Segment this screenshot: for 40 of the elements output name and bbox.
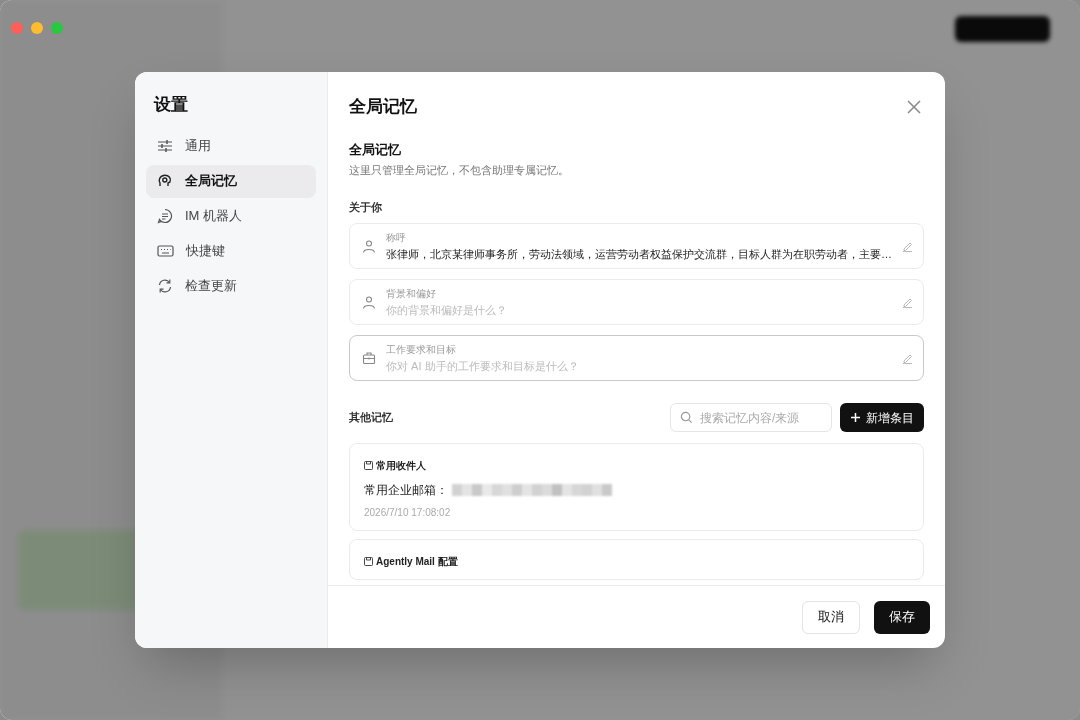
cancel-button[interactable]: 取消 [802,600,860,634]
head-icon [157,173,173,189]
plus-icon [850,412,861,423]
nav-item[interactable]: 全局记忆 [146,164,316,198]
panel-title: 全局记忆 [349,96,417,118]
add-entry-button[interactable]: 新增条目 [840,403,924,432]
refresh-icon [157,278,173,294]
chat-icon [157,208,173,224]
nav-item[interactable]: 快捷键 [146,234,316,268]
field-label: 工作要求和目标 [386,342,457,357]
text-field[interactable]: 称呼 张律师，北京某律师事务所，劳动法领域，运营劳动者权益保护交流群，目标人群为在职劳动者，主要… [349,223,924,269]
field-placeholder: 你的背景和偏好是什么？ [386,302,508,318]
person-icon [362,295,376,309]
search-icon [680,411,693,424]
pencil-icon [902,352,913,364]
search-field[interactable]: 搜索记忆内容/来源 [670,403,832,432]
field-value: 张律师，北京某律师事务所，劳动法领域，运营劳动者权益保护交流群，目标人群为在职劳动者，主要… [386,246,892,262]
dialog-title: 设置 [152,94,189,116]
nav-item[interactable]: 检查更新 [146,269,316,303]
briefcase-icon [362,351,376,365]
save-icon [364,461,373,470]
memory-title: Agently Mail 配置 [376,555,458,569]
section-description: 这里只管理全局记忆，不包含助理专属记忆。 [349,163,570,178]
nav-item[interactable]: 通用 [146,129,316,163]
person-icon [362,239,376,253]
field-label: 背景和偏好 [386,286,437,301]
timestamp: 2026/7/10 17:08:02 [364,506,452,520]
group-label: 关于你 [349,199,383,215]
group-label: 其他记忆 [349,410,393,426]
memory-content: 常用企业邮箱： [364,482,448,499]
pencil-icon [902,240,913,252]
pencil-icon [902,296,913,308]
save-button[interactable]: 保存 [874,600,930,634]
nav-item[interactable]: IM 机器人 [146,199,316,233]
section-title: 全局记忆 [349,140,402,159]
memory-title: 常用收件人 [376,459,426,473]
save-icon [364,557,373,566]
field-label: 称呼 [386,230,407,245]
sliders-icon [157,138,173,154]
keyboard-icon [157,244,174,258]
